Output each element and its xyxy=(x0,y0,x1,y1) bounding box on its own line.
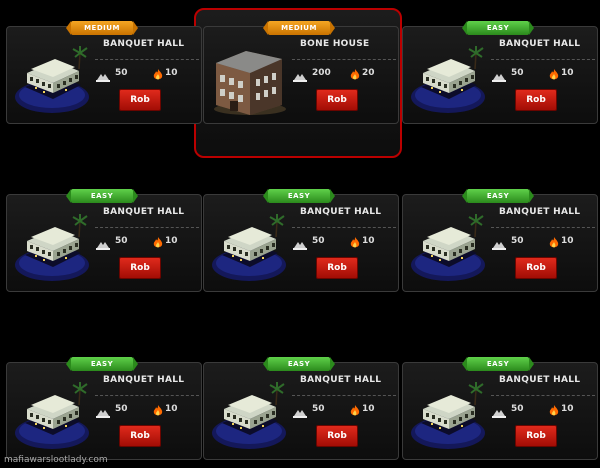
divider xyxy=(95,59,199,60)
difficulty-badge: EASY xyxy=(462,21,534,35)
divider xyxy=(95,227,199,228)
energy-icon xyxy=(549,402,559,421)
target-name: BANQUET HALL xyxy=(103,375,185,385)
target-card: MEDIUM BANQUET HALL 50 10 Rob xyxy=(6,21,202,124)
divider xyxy=(95,395,199,396)
difficulty-badge: MEDIUM xyxy=(66,21,138,35)
rob-button[interactable]: Rob xyxy=(515,257,557,279)
energy-icon xyxy=(153,234,163,253)
energy-icon xyxy=(350,402,360,421)
rob-button[interactable]: Rob xyxy=(316,257,358,279)
divider xyxy=(491,395,595,396)
stamina-cost: 50 xyxy=(511,68,524,78)
energy-cost: 10 xyxy=(362,404,375,414)
energy-icon xyxy=(549,66,559,85)
stamina-icon xyxy=(292,67,308,86)
banquet-hall-image xyxy=(13,207,91,287)
divider xyxy=(491,59,595,60)
difficulty-badge: EASY xyxy=(263,189,335,203)
target-name: BONE HOUSE xyxy=(300,39,370,49)
energy-icon xyxy=(153,402,163,421)
energy-icon xyxy=(549,234,559,253)
rob-button[interactable]: Rob xyxy=(119,257,161,279)
target-name: BANQUET HALL xyxy=(103,39,185,49)
stamina-cost: 50 xyxy=(115,404,128,414)
target-card: EASY BANQUET HALL 50 10 Rob xyxy=(402,357,598,460)
stamina-cost: 50 xyxy=(115,68,128,78)
rob-button[interactable]: Rob xyxy=(316,425,358,447)
target-card: EASY BANQUET HALL 50 10 Rob xyxy=(203,189,399,292)
stamina-icon xyxy=(95,67,111,86)
energy-cost: 10 xyxy=(561,68,574,78)
stamina-cost: 50 xyxy=(511,404,524,414)
difficulty-badge: EASY xyxy=(462,189,534,203)
rob-button[interactable]: Rob xyxy=(515,89,557,111)
energy-cost: 10 xyxy=(561,404,574,414)
energy-cost: 10 xyxy=(165,404,178,414)
energy-icon xyxy=(153,66,163,85)
divider xyxy=(491,227,595,228)
banquet-hall-image xyxy=(210,207,288,287)
energy-cost: 10 xyxy=(165,236,178,246)
target-name: BANQUET HALL xyxy=(300,375,382,385)
banquet-hall-image xyxy=(210,375,288,455)
watermark: mafiawarslootlady.com xyxy=(4,455,108,465)
target-card: MEDIUM BONE HOUSE 200 20 Rob xyxy=(203,21,399,124)
energy-cost: 10 xyxy=(561,236,574,246)
target-name: BANQUET HALL xyxy=(499,39,581,49)
target-card: EASY BANQUET HALL 50 10 Rob xyxy=(203,357,399,460)
rob-button[interactable]: Rob xyxy=(316,89,358,111)
stamina-cost: 50 xyxy=(312,404,325,414)
divider xyxy=(292,59,396,60)
banquet-hall-image xyxy=(13,375,91,455)
energy-cost: 10 xyxy=(165,68,178,78)
rob-button[interactable]: Rob xyxy=(515,425,557,447)
bone-house-image xyxy=(210,39,288,119)
stamina-cost: 50 xyxy=(312,236,325,246)
target-card: EASY BANQUET HALL 50 10 Rob xyxy=(402,189,598,292)
stamina-icon xyxy=(95,403,111,422)
divider xyxy=(292,395,396,396)
target-name: BANQUET HALL xyxy=(499,207,581,217)
target-card: EASY BANQUET HALL 50 10 Rob xyxy=(6,189,202,292)
stamina-icon xyxy=(491,67,507,86)
rob-button[interactable]: Rob xyxy=(119,89,161,111)
stamina-icon xyxy=(491,403,507,422)
energy-icon xyxy=(350,66,360,85)
banquet-hall-image xyxy=(13,39,91,119)
target-name: BANQUET HALL xyxy=(499,375,581,385)
difficulty-badge: EASY xyxy=(263,357,335,371)
target-card: EASY BANQUET HALL 50 10 Rob xyxy=(402,21,598,124)
target-name: BANQUET HALL xyxy=(300,207,382,217)
difficulty-badge: EASY xyxy=(66,189,138,203)
rob-button[interactable]: Rob xyxy=(119,425,161,447)
stamina-icon xyxy=(491,235,507,254)
stamina-cost: 50 xyxy=(115,236,128,246)
stamina-icon xyxy=(292,235,308,254)
banquet-hall-image xyxy=(409,207,487,287)
target-name: BANQUET HALL xyxy=(103,207,185,217)
divider xyxy=(292,227,396,228)
stamina-icon xyxy=(292,403,308,422)
banquet-hall-image xyxy=(409,375,487,455)
banquet-hall-image xyxy=(409,39,487,119)
energy-cost: 10 xyxy=(362,236,375,246)
difficulty-badge: MEDIUM xyxy=(263,21,335,35)
difficulty-badge: EASY xyxy=(66,357,138,371)
target-card: EASY BANQUET HALL 50 10 Rob xyxy=(6,357,202,460)
energy-icon xyxy=(350,234,360,253)
stamina-icon xyxy=(95,235,111,254)
stamina-cost: 200 xyxy=(312,68,331,78)
energy-cost: 20 xyxy=(362,68,375,78)
stamina-cost: 50 xyxy=(511,236,524,246)
difficulty-badge: EASY xyxy=(462,357,534,371)
